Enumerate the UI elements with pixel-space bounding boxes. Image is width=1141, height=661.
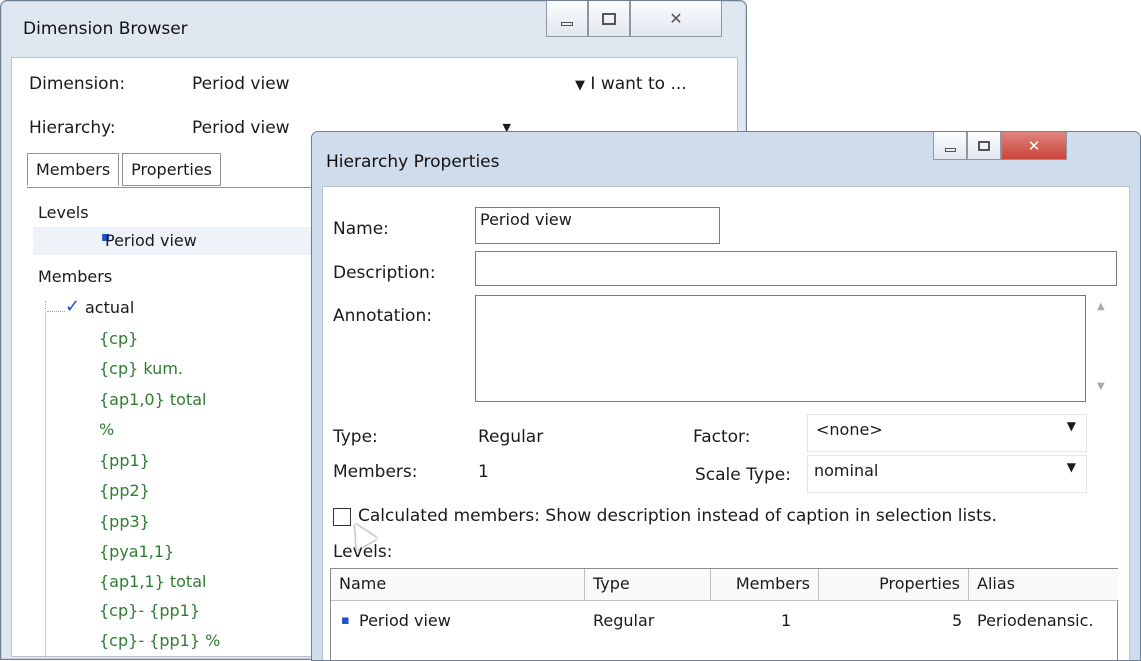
description-label: Description: (333, 263, 436, 283)
type-label: Type: (333, 427, 378, 447)
member-item[interactable]: {pp1} (99, 451, 150, 470)
dialog-caption-buttons: ✕ (933, 132, 1067, 168)
type-value: Regular (478, 427, 544, 447)
minimize-button[interactable] (933, 132, 967, 160)
grid-header-properties[interactable]: Properties (819, 569, 969, 601)
minimize-icon (944, 147, 956, 152)
tab-members[interactable]: Members (27, 153, 120, 186)
scroll-down-icon[interactable]: ▼ (1097, 381, 1105, 392)
levels-grid: Name Type Members Properties Alias ▪ Per… (330, 568, 1119, 660)
maximize-icon (978, 140, 990, 151)
grid-cell-members: 1 (781, 611, 792, 630)
grid-cell-properties: 5 (952, 611, 963, 630)
tab-divider (27, 187, 317, 188)
grid-cell-type: Regular (593, 611, 655, 630)
annotation-label: Annotation: (333, 306, 432, 326)
dimension-label: Dimension: (29, 74, 126, 94)
member-item[interactable]: {cp}- {pp1} (99, 601, 200, 620)
checkmark-icon: ✓ (65, 296, 81, 317)
annotation-scrollbar[interactable]: ▲ ▼ (1089, 295, 1117, 402)
dimension-value: Period view (192, 74, 290, 94)
levels-heading: Levels (38, 203, 89, 222)
grid-header-alias[interactable]: Alias (969, 569, 1119, 601)
factor-label: Factor: (693, 427, 751, 447)
member-item[interactable]: {pya1,1} (99, 542, 174, 561)
close-button[interactable]: ✕ (630, 1, 722, 37)
member-item[interactable]: {cp} (99, 329, 138, 348)
levels-label: Levels: (333, 542, 393, 562)
annotation-textarea[interactable] (475, 295, 1086, 402)
member-item[interactable]: {cp} kum. (99, 359, 183, 378)
grid-cell-name: Period view (359, 611, 451, 630)
close-icon: ✕ (1027, 136, 1041, 155)
tree-connector (47, 311, 65, 312)
calculated-members-checkbox[interactable] (333, 508, 351, 526)
calculated-members-label: Calculated members: Show description ins… (358, 506, 997, 526)
member-item[interactable]: {ap1,1} total (99, 572, 206, 591)
window-caption-buttons: ✕ (546, 1, 722, 37)
member-item[interactable]: {pp3} (99, 512, 150, 531)
grid-cell-alias: Periodenansic. (977, 611, 1094, 630)
dropdown-arrow-icon: ▼ (1066, 460, 1076, 474)
close-icon: ✕ (669, 9, 683, 28)
members-heading: Members (38, 267, 113, 286)
dropdown-arrow-icon: ▼ (575, 78, 585, 93)
browser-tabs: Members Properties (27, 153, 224, 186)
tab-properties[interactable]: Properties (122, 153, 222, 186)
members-label: Members: (333, 462, 418, 482)
dimension-field[interactable]: Period view (184, 64, 521, 102)
hierarchy-value: Period view (192, 118, 290, 138)
members-count: 1 (478, 462, 489, 482)
scale-type-value: nominal (814, 461, 879, 480)
scroll-up-icon[interactable]: ▲ (1097, 301, 1105, 312)
i-want-to-menu[interactable]: ▼ I want to ... (575, 74, 687, 94)
hierarchy-properties-dialog: Hierarchy Properties ✕ Name: Period view… (311, 131, 1141, 661)
maximize-button[interactable] (967, 132, 1001, 160)
dropdown-arrow-icon: ▼ (1066, 419, 1076, 433)
hierarchy-label: Hierarchy: (29, 118, 116, 138)
grid-header-name[interactable]: Name (331, 569, 585, 601)
grid-header-type[interactable]: Type (585, 569, 711, 601)
tree-guide-line (45, 301, 46, 657)
member-item[interactable]: % (99, 420, 114, 439)
member-item[interactable]: {cp}- {pp1} % (99, 631, 220, 650)
i-want-to-label: I want to ... (590, 74, 687, 94)
level-row[interactable]: ▪ Period view (33, 227, 323, 255)
factor-value: <none> (816, 420, 883, 439)
maximize-icon (602, 12, 616, 25)
window-title: Dimension Browser (23, 19, 188, 39)
description-input[interactable] (475, 251, 1117, 286)
member-item[interactable]: {ap1,0} total (99, 390, 206, 409)
name-label: Name: (333, 219, 389, 239)
scale-type-select[interactable]: nominal ▼ (807, 455, 1087, 493)
grid-header-members[interactable]: Members (711, 569, 819, 601)
member-item[interactable]: actual (85, 298, 134, 317)
scale-type-label: Scale Type: (695, 465, 791, 485)
name-input[interactable]: Period view (475, 207, 720, 244)
minimize-button[interactable] (546, 1, 588, 37)
member-item[interactable]: {pp2} (99, 481, 150, 500)
minimize-icon (561, 21, 573, 26)
level-item: Period view (105, 231, 197, 250)
bullet-icon: ▪ (341, 613, 350, 628)
factor-select[interactable]: <none> ▼ (807, 414, 1087, 452)
maximize-button[interactable] (588, 1, 630, 37)
dialog-title: Hierarchy Properties (326, 152, 500, 172)
close-button[interactable]: ✕ (1001, 132, 1067, 160)
